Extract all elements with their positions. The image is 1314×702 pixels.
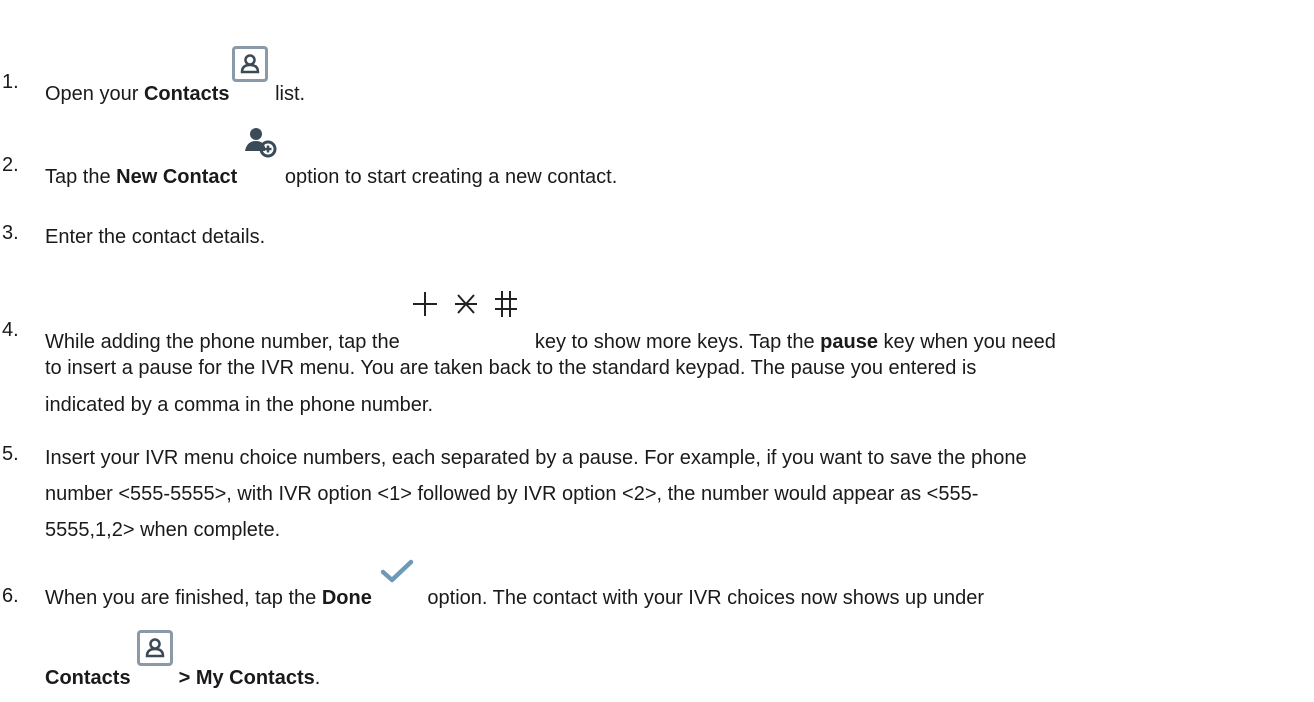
text: option. The contact with your IVR choice… (421, 587, 985, 609)
contacts-icon (231, 46, 268, 82)
my-contacts-label: > My Contacts (178, 667, 315, 689)
step-number: 2. (2, 154, 19, 176)
step-text: Open your Contacts list. (45, 46, 1304, 112)
text: list. (269, 83, 306, 105)
step-text-line-2: Contacts > My Contacts. (45, 630, 1304, 696)
done-checkmark-icon (380, 558, 414, 584)
plus-star-hash-keys-icon (411, 286, 523, 322)
step-text-line-2: to insert a pause for the IVR menu. You … (45, 357, 977, 379)
step-number: 5. (2, 443, 19, 465)
text: . (314, 667, 321, 689)
step-number: 4. (2, 319, 19, 341)
new-contact-label: New Contact (116, 166, 238, 188)
text: When you are finished, tap the (45, 587, 322, 609)
step-text-line-3: indicated by a comma in the phone number… (45, 394, 434, 416)
step-text-line-1: Insert your IVR menu choice numbers, eac… (45, 447, 1027, 469)
contacts-icon (136, 630, 173, 666)
step-number: 1. (2, 71, 19, 93)
text: Tap the (45, 166, 117, 188)
contacts-label: Contacts (45, 667, 131, 689)
step-text: When you are finished, tap the Done opti… (45, 559, 1304, 616)
step-text-line-3: 5555,1,2> when complete. (45, 519, 281, 541)
text: Open your (45, 83, 144, 105)
step-text-line-2: number <555-5555>, with IVR option <1> f… (45, 483, 979, 505)
contacts-label: Contacts (143, 83, 230, 105)
step-text: Enter the contact details. (45, 226, 266, 248)
step-number: 6. (2, 585, 19, 607)
new-contact-icon (243, 125, 279, 161)
done-label: Done (321, 587, 372, 609)
step-text: Tap the New Contact option to start crea… (45, 128, 1304, 195)
text: option to start creating a new contact. (279, 166, 618, 188)
step-number: 3. (2, 222, 19, 244)
